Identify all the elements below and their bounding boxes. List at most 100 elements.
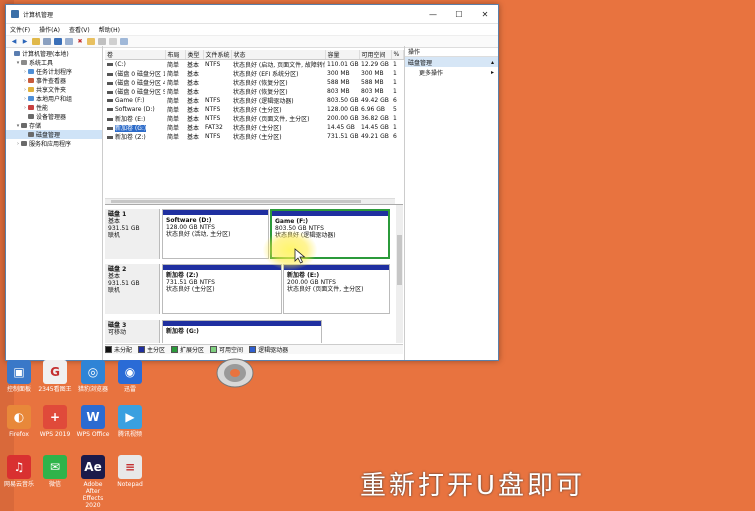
paste-icon[interactable] [109,38,117,45]
computer-management-window[interactable]: 计算机管理 — ☐ ✕ 文件(F) 操作(A) 查看(V) 帮助(H) ◀ ▶ … [5,4,499,361]
volume-name: (磁盘 0 磁盘分区 1) [115,71,165,78]
tree-item-label: 本地用户和组 [36,96,73,103]
volume-row[interactable]: 新加卷 (Z:) 简单 基本 NTFS 状态良好 (主分区) 731.51 GB 49.21… [105,132,403,141]
col-volume[interactable]: 卷 [105,50,166,60]
action-disk-management[interactable]: 磁盘管理 ▴ [405,57,498,67]
close-button[interactable]: ✕ [472,5,498,23]
action-label: 磁盘管理 [408,59,433,67]
col-capacity[interactable]: 容量 [325,50,360,60]
open-icon[interactable] [87,38,95,45]
desktop-shortcut[interactable]: ♫ 网易云音乐 [2,455,36,488]
view-icon[interactable] [120,38,128,45]
maximize-button[interactable]: ☐ [446,5,472,23]
volume-name: (C:) [115,61,126,68]
volume-row[interactable]: (磁盘 0 磁盘分区 4) 简单 基本 状态良好 (恢复分区) 588 MB 588 MB… [105,78,403,87]
tree-item[interactable]: › 服务和应用程序 [6,139,102,149]
tree-item[interactable]: › 本地用户和组 [6,94,102,104]
desktop-shortcut[interactable]: ▣ 控制面板 [2,360,36,393]
properties-icon[interactable] [65,38,73,45]
copy-icon[interactable] [98,38,106,45]
desktop-shortcut[interactable]: ◉ 迅雷 [113,360,147,393]
volume-cell: 588 MB [327,79,350,86]
desktop-shortcut[interactable]: + WPS 2019 [38,405,72,438]
partition-block[interactable]: 新加卷 (Z:) 731.51 GB NTFS 状态良好 (主分区) [162,264,282,314]
disk-row[interactable]: 磁盘 3 可移动 新加卷 (G:) [105,320,395,343]
disk-row[interactable]: 磁盘 2 基本 931.51 GB 联机 新加卷 (Z:) 731.51 GB NTFS 状… [105,264,395,314]
collapse-arrow-icon: ▴ [490,58,494,66]
help-icon[interactable] [54,38,62,45]
menu-help[interactable]: 帮助(H) [99,25,120,34]
col-free-space[interactable]: 可用空间 [359,50,392,60]
partition-block[interactable]: 新加卷 (G:) [162,320,322,343]
volume-cell: 状态良好 (页面文件, 主分区) [233,116,310,123]
tree-item[interactable]: 磁盘管理 [6,130,102,139]
desktop-shortcut-label: WPS Office [76,431,110,438]
volume-cell [203,87,231,96]
navigation-tree[interactable]: 计算机管理(本地) ▾ 系统工具 › 任务计划程序 › 事件查看器 › 共享文件夹 › 本地用户和组… [6,46,103,360]
volume-row[interactable]: (磁盘 0 磁盘分区 1) 简单 基本 状态良好 (EFI 系统分区) 300 MB 30… [105,69,403,78]
disk-label[interactable]: 磁盘 2 基本 931.51 GB 联机 [105,264,160,314]
legend-swatch [138,346,146,353]
app-icon: ▶ [118,405,142,429]
desktop-shortcut[interactable]: ▶ 腾讯视频 [113,405,147,438]
minimize-button[interactable]: — [420,5,446,23]
legend-label: 逻辑驱动器 [258,347,289,354]
tree-item[interactable]: 设备管理器 [6,112,102,121]
desktop-shortcut[interactable]: ◐ Firefox [2,405,36,438]
menu-view[interactable]: 查看(V) [69,25,90,34]
tree-item[interactable]: › 任务计划程序 [6,67,102,77]
partition-block[interactable]: Software (D:) 128.00 GB NTFS 状态良好 (活动, 主分区… [162,209,269,259]
col-type[interactable]: 类型 [185,50,204,60]
menu-file[interactable]: 文件(F) [10,25,30,34]
desktop-shortcut[interactable]: Ae Adobe After Effects 2020 [76,455,110,509]
app-icon: W [81,405,105,429]
tree-item[interactable]: › 共享文件夹 [6,85,102,95]
desktop-shortcut[interactable]: ≡ Notepad [113,455,147,488]
hscroll-thumb[interactable] [111,200,361,203]
disk-row[interactable]: 磁盘 1 基本 931.51 GB 联机 Software (D:) 128.00 GB … [105,209,395,259]
tree-item[interactable]: ▾ 系统工具 [6,58,102,68]
desktop-shortcut-label: Notepad [117,481,143,488]
volume-row[interactable]: Game (F:) 简单 基本 NTFS 状态良好 (逻辑驱动器) 803.50 GB 49… [105,96,403,105]
disk-map[interactable]: 磁盘 3 可移动 新加卷 (G:) 磁盘 2 基本 931.51 GB 联机 新加卷 (Z:)… [105,204,403,343]
volume-cell: 6.96 GB [361,106,386,113]
volume-list[interactable]: 卷 布局 类型 文件系统 状态 容量 可用空间 % (C:) 简单 基本 NTFS 状态… [105,50,404,204]
col-percent[interactable]: % [391,50,404,60]
tree-item[interactable]: 计算机管理(本地) [6,49,102,58]
legend-item: 未分配 [105,345,132,354]
volume-cell: 简单 [167,89,180,96]
col-layout[interactable]: 布局 [165,50,186,60]
tree-item[interactable]: ▾ 存储 [6,121,102,131]
desktop-shortcut[interactable]: W WPS Office [76,405,110,438]
tree-item[interactable]: › 性能 [6,103,102,113]
folder-up-icon[interactable] [32,38,40,45]
action-more-actions[interactable]: 更多操作 ▸ [405,67,498,77]
volume-cell: 588 MB [361,79,384,86]
vscroll-thumb[interactable] [397,235,402,285]
volume-row[interactable]: (磁盘 0 磁盘分区 5) 简单 基本 状态良好 (恢复分区) 803 MB 803 MB… [105,87,403,96]
back-arrow-icon[interactable]: ◀ [10,38,18,45]
disk-label[interactable]: 磁盘 3 可移动 [105,320,160,343]
tree-item-label: 性能 [36,105,49,112]
desktop-shortcut[interactable]: ◎ 猎豹浏览器 [76,360,110,393]
menu-action[interactable]: 操作(A) [39,25,60,34]
desktop-shortcut[interactable]: ✉ 微信 [38,455,72,488]
forward-arrow-icon[interactable]: ▶ [21,38,29,45]
app-icon: ▣ [7,360,31,384]
disc-drive-icon[interactable] [214,355,256,389]
partition-block[interactable]: 新加卷 (E:) 200.00 GB NTFS 状态良好 (页面文件, 主分区) [283,264,390,314]
disk-label[interactable]: 磁盘 1 基本 931.51 GB 联机 [105,209,160,259]
title-bar[interactable]: 计算机管理 — ☐ ✕ [6,5,498,24]
volume-row[interactable]: Software (D:) 简单 基本 NTFS 状态良好 (主分区) 128.00 GB… [105,105,403,114]
disk-map-vscrollbar[interactable] [396,205,403,343]
col-status[interactable]: 状态 [231,50,326,60]
show-tree-icon[interactable] [43,38,51,45]
col-filesystem[interactable]: 文件系统 [203,50,232,60]
tree-item[interactable]: › 事件查看器 [6,76,102,86]
desktop-shortcut[interactable]: G 2345看图王 [38,360,72,393]
volume-row[interactable]: 新加卷 (G:) 简单 基本 FAT32 状态良好 (主分区) 14.45 GB 14.45… [105,123,403,132]
app-icon: ♫ [7,455,31,479]
volume-row[interactable]: (C:)简单基本NTFS状态良好 (启动, 页面文件, 故障转储, 主分区)11… [105,60,403,69]
delete-icon[interactable]: ✖ [76,38,84,45]
volume-row[interactable]: 新加卷 (E:) 简单 基本 NTFS 状态良好 (页面文件, 主分区) 200.00 G… [105,114,403,123]
